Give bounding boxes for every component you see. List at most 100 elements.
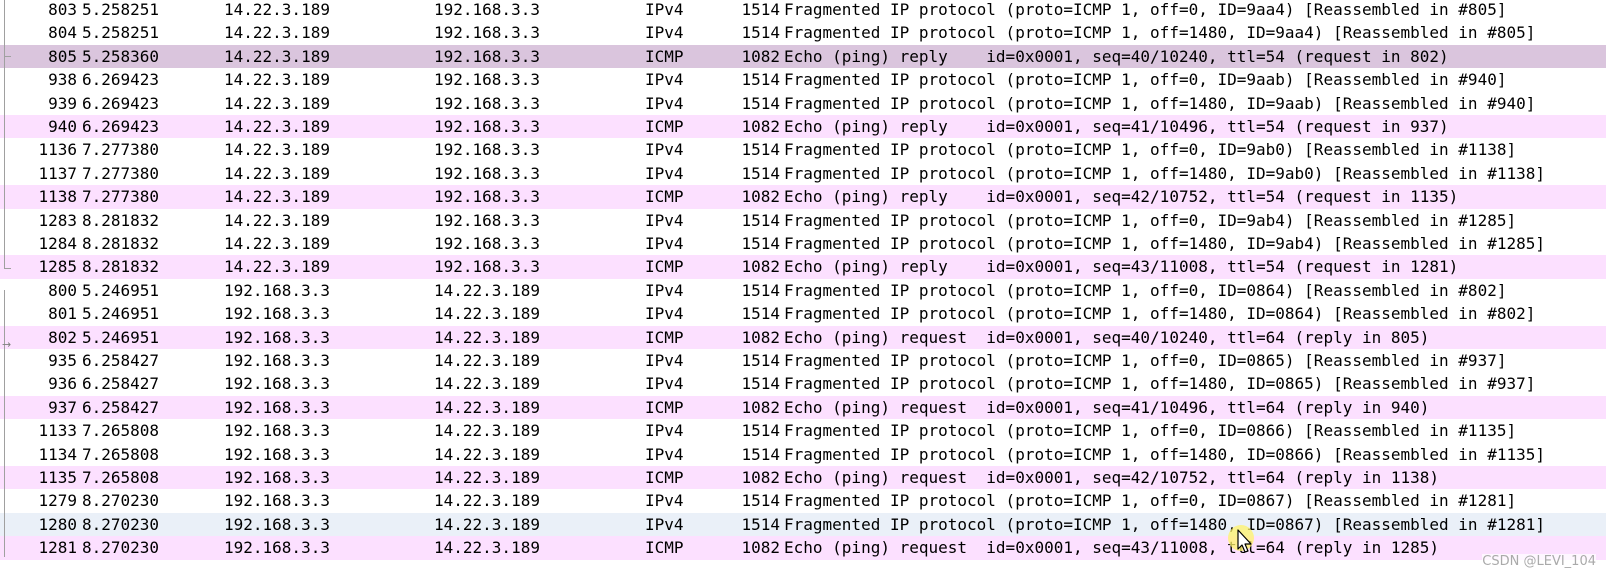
packet-info: Fragmented IP protocol (proto=ICMP 1, of… bbox=[784, 234, 1545, 253]
packet-info: Fragmented IP protocol (proto=ICMP 1, of… bbox=[784, 491, 1517, 511]
packet-time: 8.270230 bbox=[82, 514, 160, 534]
destination-address: 192.168.3.3 bbox=[434, 70, 540, 90]
protocol: ICMP bbox=[645, 46, 684, 66]
packet-row[interactable]: 1135 7.265808 192.168.3.3 14.22.3.189 ICMP 10… bbox=[0, 466, 1606, 490]
source-address: 14.22.3.189 bbox=[224, 0, 330, 19]
packet-length: 1514 bbox=[741, 163, 780, 183]
packet-row[interactable]: 935 6.258427 192.168.3.3 14.22.3.189 IPv4 151… bbox=[0, 349, 1606, 373]
packet-row[interactable]: 1284 8.281832 14.22.3.189 192.168.3.3 IPv4 15… bbox=[0, 232, 1606, 256]
packet-length: 1514 bbox=[741, 23, 780, 43]
packet-row[interactable]: 1138 7.277380 14.22.3.189 192.168.3.3 ICMP 10… bbox=[0, 185, 1606, 210]
packet-length: 1514 bbox=[741, 140, 780, 160]
packet-time: 7.265808 bbox=[82, 421, 160, 441]
packet-number: 805 bbox=[48, 46, 77, 66]
packet-number: 1137 bbox=[38, 163, 77, 183]
packet-row[interactable]: 940 6.269423 14.22.3.189 192.168.3.3 ICMP 108… bbox=[0, 115, 1606, 139]
packet-row[interactable]: 805 5.258360 14.22.3.189 192.168.3.3 ICMP 108… bbox=[0, 44, 1606, 69]
packet-row[interactable]: 938 6.269423 14.22.3.189 192.168.3.3 IPv4 151… bbox=[0, 68, 1606, 93]
packet-length: 1514 bbox=[741, 351, 780, 370]
packet-time: 6.269423 bbox=[82, 93, 160, 113]
packet-length: 1514 bbox=[741, 421, 780, 441]
packet-info: Fragmented IP protocol (proto=ICMP 1, of… bbox=[784, 140, 1517, 160]
packet-number: 804 bbox=[48, 23, 77, 43]
packet-info: Fragmented IP protocol (proto=ICMP 1, of… bbox=[784, 351, 1507, 370]
packet-length: 1514 bbox=[741, 93, 780, 113]
packet-row[interactable]: 800 5.246951 192.168.3.3 14.22.3.189 IPv4 151… bbox=[0, 278, 1606, 303]
destination-address: 14.22.3.189 bbox=[434, 374, 540, 394]
packet-time: 5.258251 bbox=[82, 23, 160, 43]
packet-length: 1082 bbox=[741, 397, 780, 417]
packet-number: 1281 bbox=[38, 538, 77, 558]
packet-length: 1082 bbox=[741, 538, 780, 558]
packet-row[interactable]: 1133 7.265808 192.168.3.3 14.22.3.189 IPv4 15… bbox=[0, 419, 1606, 444]
destination-address: 14.22.3.189 bbox=[434, 421, 540, 441]
packet-info: Echo (ping) reply id=0x0001, seq=42/1075… bbox=[784, 187, 1459, 207]
source-address: 14.22.3.189 bbox=[224, 234, 330, 253]
packet-time: 6.258427 bbox=[82, 374, 160, 394]
packet-time: 6.269423 bbox=[82, 117, 160, 136]
packet-row[interactable]: 1283 8.281832 14.22.3.189 192.168.3.3 IPv4 15… bbox=[0, 208, 1606, 233]
packet-number: 802 bbox=[48, 327, 77, 347]
packet-number: 935 bbox=[48, 351, 77, 370]
related-packet-tick bbox=[4, 268, 11, 269]
packet-time: 6.258427 bbox=[82, 397, 160, 417]
source-address: 14.22.3.189 bbox=[224, 70, 330, 90]
packet-row[interactable]: 1285 8.281832 14.22.3.189 192.168.3.3 ICMP 10… bbox=[0, 255, 1606, 280]
packet-info: Fragmented IP protocol (proto=ICMP 1, of… bbox=[784, 0, 1507, 19]
packet-time: 8.281832 bbox=[82, 257, 160, 277]
protocol: ICMP bbox=[645, 538, 684, 558]
packet-info: Echo (ping) request id=0x0001, seq=42/10… bbox=[784, 468, 1440, 487]
packet-number: 1134 bbox=[38, 444, 77, 464]
destination-address: 14.22.3.189 bbox=[434, 538, 540, 558]
packet-number: 1285 bbox=[38, 257, 77, 277]
destination-address: 14.22.3.189 bbox=[434, 327, 540, 347]
packet-row[interactable]: 937 6.258427 192.168.3.3 14.22.3.189 ICMP 108… bbox=[0, 395, 1606, 420]
source-address: 192.168.3.3 bbox=[224, 351, 330, 370]
packet-row[interactable]: 1281 8.270230 192.168.3.3 14.22.3.189 ICMP 10… bbox=[0, 536, 1606, 561]
packet-length: 1082 bbox=[741, 187, 780, 207]
source-address: 192.168.3.3 bbox=[224, 280, 330, 300]
packet-row[interactable]: 1136 7.277380 14.22.3.189 192.168.3.3 IPv4 15… bbox=[0, 138, 1606, 163]
packet-list[interactable]: 803 5.258251 14.22.3.189 192.168.3.3 IPv4 151… bbox=[0, 0, 1606, 577]
destination-address: 192.168.3.3 bbox=[434, 46, 540, 66]
protocol: IPv4 bbox=[645, 491, 684, 511]
destination-address: 192.168.3.3 bbox=[434, 234, 540, 253]
packet-info: Fragmented IP protocol (proto=ICMP 1, of… bbox=[784, 280, 1507, 300]
packet-row[interactable]: 804 5.258251 14.22.3.189 192.168.3.3 IPv4 151… bbox=[0, 21, 1606, 46]
protocol: IPv4 bbox=[645, 0, 684, 19]
packet-info: Fragmented IP protocol (proto=ICMP 1, of… bbox=[784, 304, 1536, 324]
packet-row[interactable]: 1280 8.270230 192.168.3.3 14.22.3.189 IPv4 15… bbox=[0, 512, 1606, 537]
packet-row[interactable]: 802 5.246951 192.168.3.3 14.22.3.189 ICMP 108… bbox=[0, 325, 1606, 350]
protocol: ICMP bbox=[645, 187, 684, 207]
source-address: 192.168.3.3 bbox=[224, 327, 330, 347]
packet-time: 7.277380 bbox=[82, 187, 160, 207]
packet-number: 1135 bbox=[38, 468, 77, 487]
packet-row[interactable]: 801 5.246951 192.168.3.3 14.22.3.189 IPv4 151… bbox=[0, 302, 1606, 327]
packet-number: 1283 bbox=[38, 210, 77, 230]
protocol: IPv4 bbox=[645, 514, 684, 534]
packet-length: 1082 bbox=[741, 257, 780, 277]
packet-number: 1279 bbox=[38, 491, 77, 511]
packet-number: 1133 bbox=[38, 421, 77, 441]
source-address: 192.168.3.3 bbox=[224, 444, 330, 464]
watermark: CSDN @LEVI_104 bbox=[1482, 554, 1596, 569]
packet-row[interactable]: 1137 7.277380 14.22.3.189 192.168.3.3 IPv4 15… bbox=[0, 161, 1606, 186]
destination-address: 14.22.3.189 bbox=[434, 514, 540, 534]
packet-row[interactable]: 1134 7.265808 192.168.3.3 14.22.3.189 IPv4 15… bbox=[0, 442, 1606, 467]
packet-info: Echo (ping) request id=0x0001, seq=40/10… bbox=[784, 327, 1430, 347]
packet-length: 1082 bbox=[741, 117, 780, 136]
packet-row[interactable]: 936 6.258427 192.168.3.3 14.22.3.189 IPv4 151… bbox=[0, 372, 1606, 397]
destination-address: 192.168.3.3 bbox=[434, 257, 540, 277]
destination-address: 14.22.3.189 bbox=[434, 351, 540, 370]
packet-row[interactable]: 803 5.258251 14.22.3.189 192.168.3.3 IPv4 151… bbox=[0, 0, 1606, 22]
packet-length: 1514 bbox=[741, 374, 780, 394]
packet-number: 938 bbox=[48, 70, 77, 90]
packet-length: 1082 bbox=[741, 46, 780, 66]
packet-length: 1514 bbox=[741, 210, 780, 230]
destination-address: 14.22.3.189 bbox=[434, 468, 540, 487]
packet-row[interactable]: 1279 8.270230 192.168.3.3 14.22.3.189 IPv4 15… bbox=[0, 489, 1606, 514]
packet-time: 6.269423 bbox=[82, 70, 160, 90]
packet-number: 940 bbox=[48, 117, 77, 136]
protocol: IPv4 bbox=[645, 23, 684, 43]
packet-row[interactable]: 939 6.269423 14.22.3.189 192.168.3.3 IPv4 151… bbox=[0, 91, 1606, 116]
